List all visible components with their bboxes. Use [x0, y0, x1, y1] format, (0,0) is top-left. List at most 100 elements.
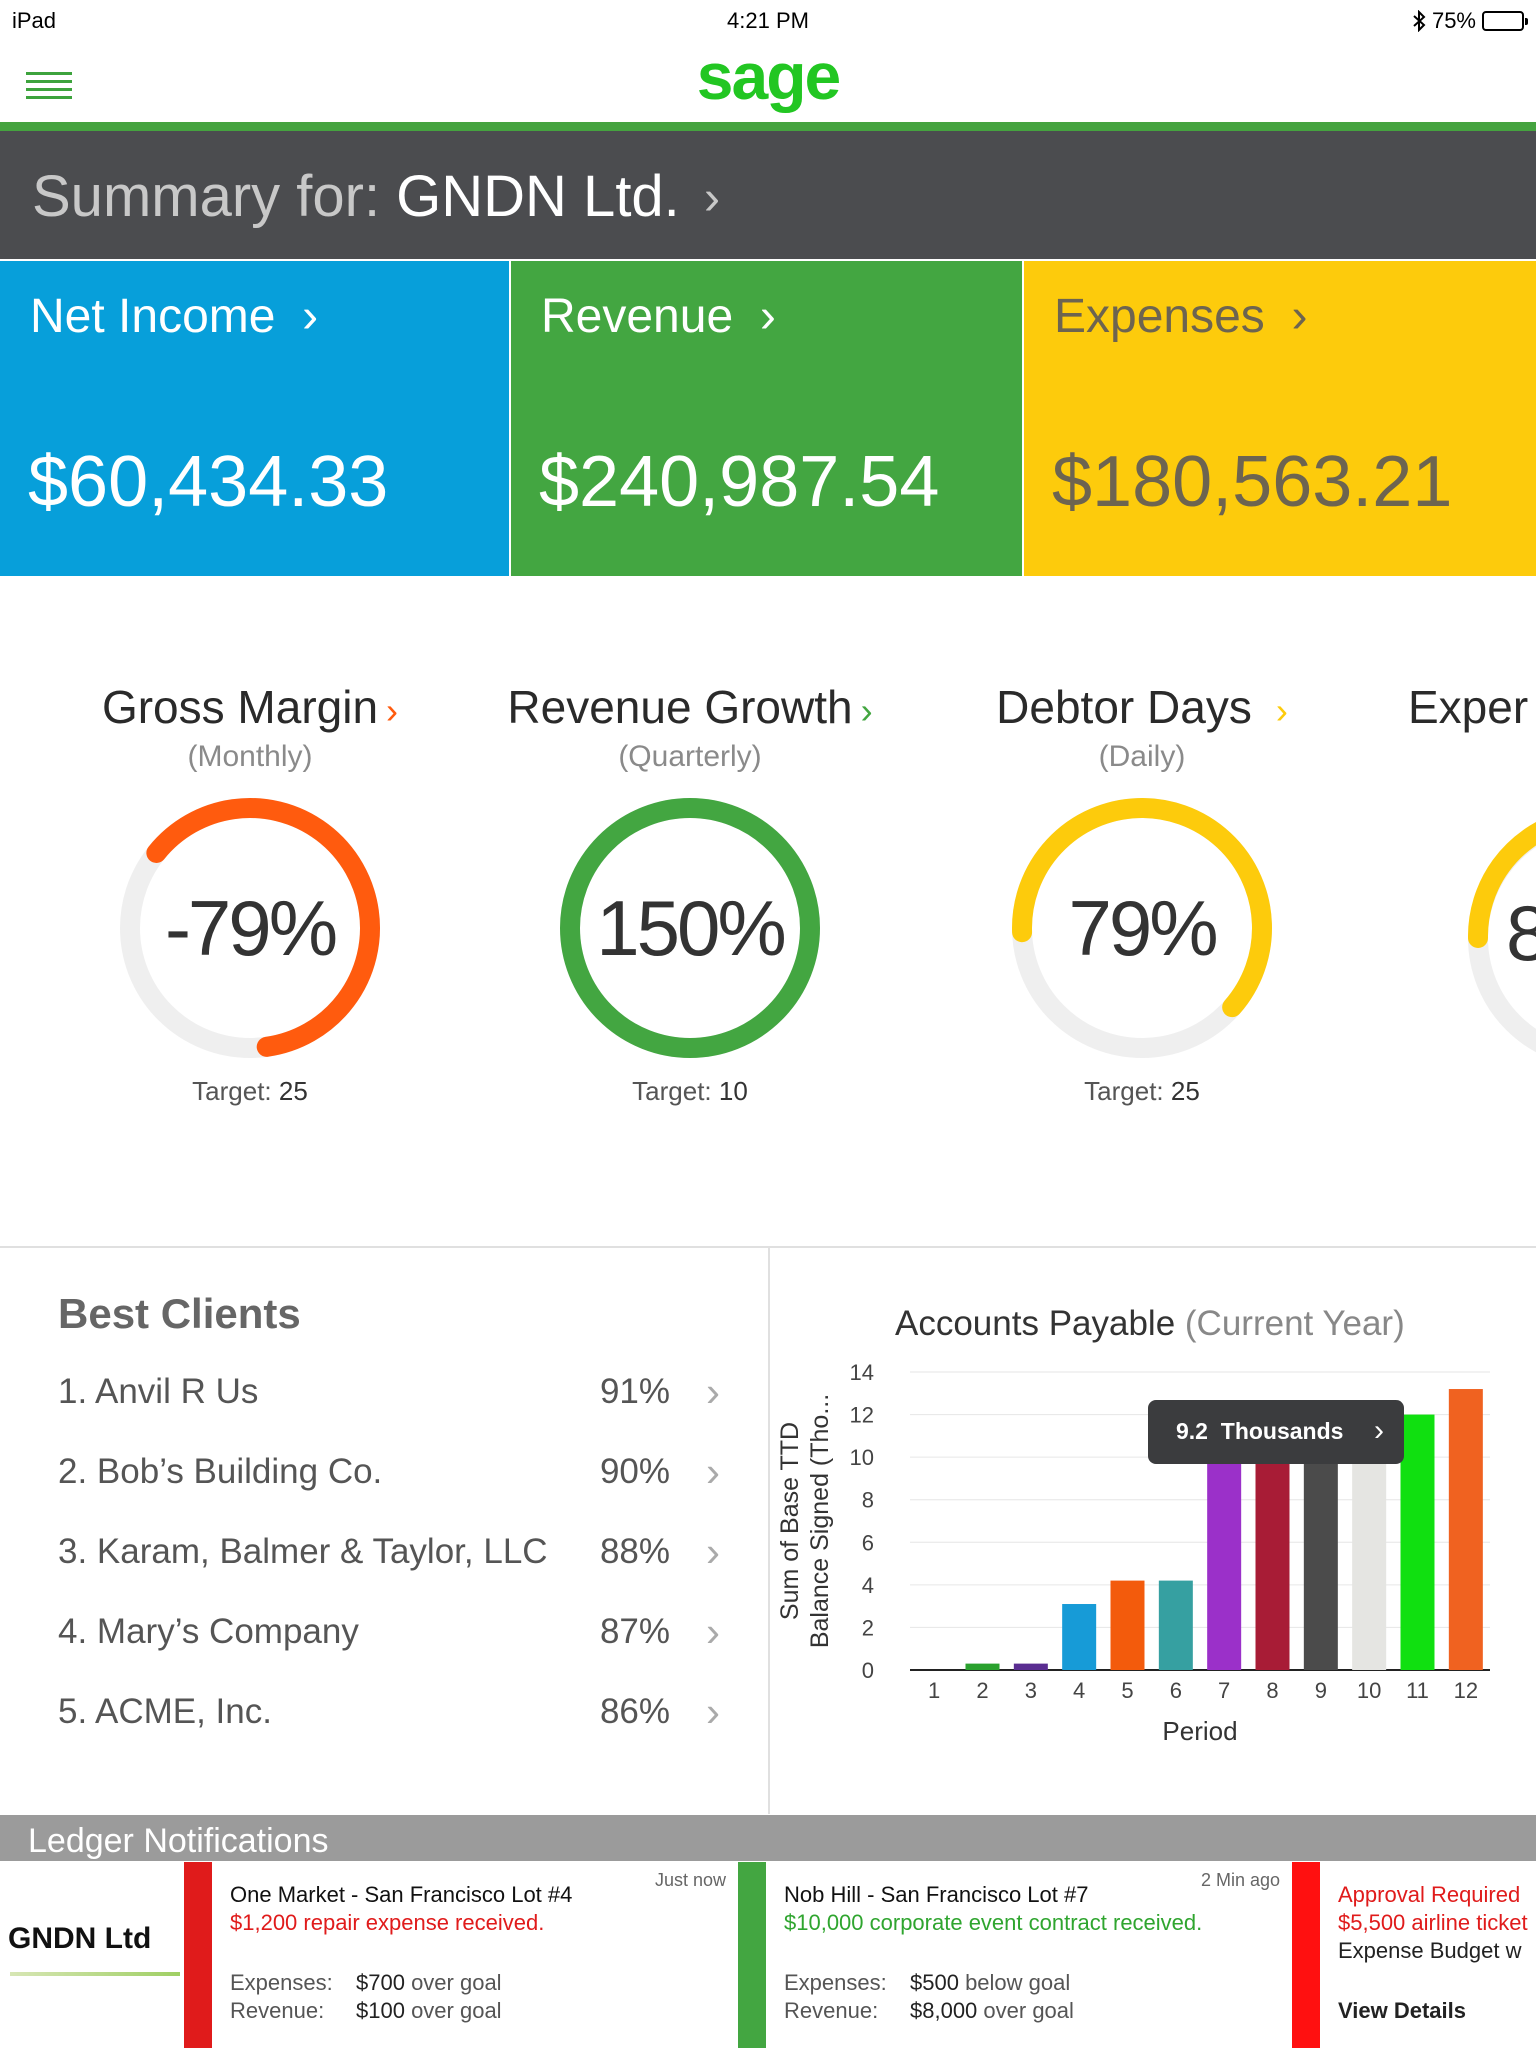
client-row[interactable]: 1. Anvil R Us 91% ›: [58, 1356, 738, 1436]
company-name: GNDN Ltd.: [396, 164, 680, 229]
kpi-title: Debtor Days ›: [996, 681, 1288, 733]
client-name: 2. Bob’s Building Co.: [58, 1452, 383, 1491]
notification-card[interactable]: One Market - San Francisco Lot #4 $1,200…: [184, 1862, 736, 2048]
chevron-right-icon: ›: [1275, 690, 1288, 731]
client-name: 5. ACME, Inc.: [58, 1692, 272, 1731]
chevron-right-icon: ›: [386, 690, 399, 731]
client-percent: 91%: [599, 1372, 670, 1411]
tile-title: Revenue ›: [541, 290, 776, 343]
client-percent: 86%: [599, 1692, 670, 1731]
bar: [1303, 1440, 1338, 1670]
chevron-right-icon: ›: [706, 1448, 720, 1495]
kpi-value: 8: [1506, 889, 1536, 977]
kpi-target: Target: 10: [632, 1076, 748, 1106]
tile-value: $240,987.54: [539, 442, 940, 522]
bar: [1400, 1414, 1435, 1670]
notification-message: $10,000 corporate event contract receive…: [784, 1910, 1203, 1935]
summary-title: Summary for: GNDN Ltd.: [32, 163, 680, 230]
kpi-gross-margin[interactable]: Gross Margin › (Monthly) -79% Target: 25: [30, 680, 470, 1107]
x-tick-label: 10: [1357, 1678, 1381, 1703]
chevron-right-icon: ›: [706, 1688, 720, 1735]
notification-status-bar: [738, 1862, 766, 2048]
y-axis-label: Sum of Base TTD: [776, 1422, 804, 1620]
clock: 4:21 PM: [727, 8, 809, 33]
battery-icon: [1482, 11, 1528, 31]
x-tick-label: 4: [1073, 1678, 1085, 1703]
ledger-notifications-header: Ledger Notifications: [0, 1815, 1536, 1861]
kpi-value: -79%: [164, 884, 338, 972]
tile-expenses[interactable]: Expenses › $180,563.21: [1024, 261, 1536, 576]
notification-time: 2 Min ago: [1200, 1870, 1280, 1890]
client-name: 1. Anvil R Us: [58, 1372, 259, 1411]
x-tick-label: 3: [1025, 1678, 1037, 1703]
chevron-right-icon: ›: [706, 1608, 720, 1655]
client-name: 4. Mary’s Company: [58, 1612, 359, 1651]
status-bar: iPad 4:21 PM 75%: [0, 0, 1536, 40]
tooltip-text: 9.2 Thousands: [1176, 1418, 1344, 1444]
tile-revenue[interactable]: Revenue › $240,987.54: [511, 261, 1022, 576]
summary-header[interactable]: Summary for: GNDN Ltd. ›: [0, 131, 1536, 259]
notification-message-2: Expense Budget w: [1338, 1938, 1522, 1963]
summary-label: Summary for:: [32, 164, 397, 229]
notification-title: Nob Hill - San Francisco Lot #7: [784, 1882, 1089, 1907]
notification-card-approval[interactable]: Approval Required $5,500 airline ticket …: [1292, 1862, 1536, 2048]
x-tick-label: 7: [1218, 1678, 1230, 1703]
chart-tooltip[interactable]: 9.2 Thousands ›: [1148, 1400, 1404, 1464]
y-tick-label: 12: [850, 1403, 874, 1428]
kpi-revenue-growth[interactable]: Revenue Growth › (Quarterly) 150% Target:…: [470, 680, 910, 1107]
x-axis-label: Period: [1162, 1716, 1237, 1746]
client-percent: 88%: [599, 1532, 670, 1571]
notification-revenue: Revenue: $8,000 over goal: [784, 1998, 1074, 2023]
client-row[interactable]: 4. Mary’s Company 87% ›: [58, 1596, 738, 1676]
kpi-gauge: -79%: [110, 788, 390, 1068]
client-row[interactable]: 2. Bob’s Building Co. 90% ›: [58, 1436, 738, 1516]
bar: [1158, 1580, 1193, 1670]
chevron-right-icon: ›: [1374, 1414, 1384, 1447]
tile-title: Net Income ›: [30, 290, 319, 343]
kpi-period: (Monthly): [187, 740, 313, 773]
y-tick-label: 6: [862, 1530, 874, 1555]
kpi-period: (Daily): [1098, 740, 1186, 773]
bluetooth-icon: [1413, 10, 1426, 32]
notification-card[interactable]: Nob Hill - San Francisco Lot #7 $10,000 …: [738, 1862, 1290, 2048]
x-tick-label: 12: [1454, 1678, 1478, 1703]
kpi-value: 150%: [596, 884, 787, 972]
bar: [965, 1663, 1000, 1670]
view-details-link[interactable]: View Details: [1338, 1998, 1466, 2024]
client-row[interactable]: 3. Karam, Balmer & Taylor, LLC 88% ›: [58, 1516, 738, 1596]
notification-expenses: Expenses: $500 below goal: [784, 1970, 1071, 1995]
chevron-right-icon: ›: [706, 1528, 720, 1575]
x-tick-label: 8: [1266, 1678, 1278, 1703]
x-tick-label: 6: [1170, 1678, 1182, 1703]
y-tick-label: 2: [862, 1615, 874, 1640]
x-tick-label: 9: [1315, 1678, 1327, 1703]
notification-title: Approval Required: [1338, 1882, 1521, 1907]
bar: [1448, 1389, 1483, 1670]
tile-net-income[interactable]: Net Income › $60,434.33: [0, 261, 509, 576]
notification-revenue: Revenue: $100 over goal: [230, 1998, 502, 2023]
bar: [1062, 1604, 1097, 1670]
logo-swoosh: [10, 1972, 180, 1976]
x-tick-label: 11: [1406, 1678, 1429, 1703]
chevron-right-icon: ›: [860, 690, 873, 731]
x-tick-label: 2: [976, 1678, 988, 1703]
best-clients-title: Best Clients: [58, 1290, 301, 1337]
kpi-title: Revenue Growth ›: [507, 681, 873, 733]
tile-value: $60,434.33: [28, 442, 389, 522]
kpi-debtor-days[interactable]: Debtor Days › (Daily) 79% Target: 25: [922, 680, 1362, 1107]
y-tick-label: 0: [862, 1658, 874, 1683]
kpi-target: Target: 25: [1084, 1076, 1200, 1106]
notification-status-bar: [184, 1862, 212, 2048]
bar: [1207, 1440, 1242, 1670]
status-right: 75%: [1412, 8, 1528, 34]
client-percent: 87%: [599, 1612, 670, 1651]
client-row[interactable]: 5. ACME, Inc. 86% ›: [58, 1676, 738, 1756]
kpi-expenses-partial[interactable]: Exper 8: [1408, 680, 1536, 1100]
kpi-title: Gross Margin ›: [101, 681, 399, 733]
kpi-title: Exper: [1408, 681, 1529, 733]
x-tick-label: 5: [1121, 1678, 1133, 1703]
chevron-right-icon: ›: [706, 1368, 720, 1415]
client-percent: 90%: [599, 1452, 670, 1491]
y-tick-label: 10: [850, 1445, 874, 1470]
tile-title: Expenses ›: [1054, 290, 1308, 343]
